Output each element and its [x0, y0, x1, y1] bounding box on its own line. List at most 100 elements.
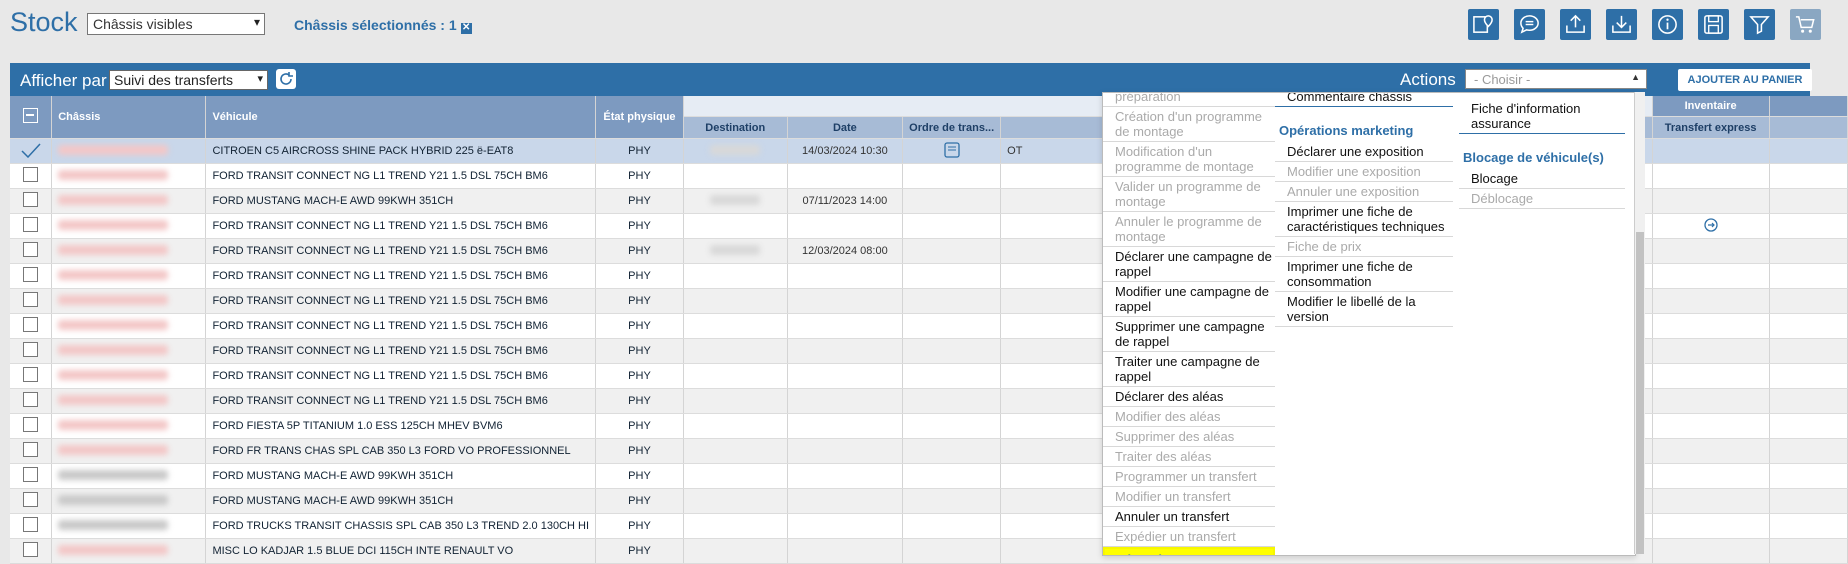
import-button[interactable] [1606, 9, 1637, 40]
menu-item-fiche-assurance[interactable]: Fiche d'information assurance [1459, 93, 1625, 134]
vehicle-cell[interactable]: FORD FIESTA 5P TITANIUM 1.0 ESS 125CH MH… [205, 413, 597, 439]
menu-item[interactable]: Déclarer une exposition [1275, 142, 1453, 162]
ordre-cell[interactable] [902, 338, 1002, 364]
vehicle-cell[interactable]: FORD TRUCKS TRANSIT CHASSIS SPL CAB 350 … [205, 513, 597, 539]
express-cell[interactable] [1652, 288, 1770, 314]
row-checkbox[interactable] [10, 413, 53, 439]
save-button[interactable] [1698, 9, 1729, 40]
vehicle-cell[interactable]: FORD TRANSIT CONNECT NG L1 TREND Y21 1.5… [205, 338, 597, 364]
ordre-cell[interactable] [902, 388, 1002, 414]
ordre-cell[interactable] [902, 263, 1002, 289]
chassis-cell[interactable] [51, 363, 207, 389]
express-cell[interactable] [1652, 263, 1770, 289]
ordre-cell[interactable] [902, 163, 1002, 189]
cart-button[interactable] [1790, 9, 1821, 40]
menu-item[interactable]: Annuler le programme de montage [1103, 212, 1275, 247]
vehicle-cell[interactable]: CITROEN C5 AIRCROSS SHINE PACK HYBRID 22… [205, 138, 597, 164]
row-checkbox[interactable] [10, 538, 53, 564]
refresh-button[interactable] [276, 69, 296, 89]
row-checkbox[interactable] [10, 388, 53, 414]
menu-item[interactable]: Modification d'un programme de montage [1103, 142, 1275, 177]
ordre-cell[interactable] [902, 513, 1002, 539]
chassis-cell[interactable] [51, 538, 207, 564]
menu-item[interactable]: Modifier une campagne de rappel [1103, 282, 1275, 317]
express-cell[interactable] [1652, 488, 1770, 514]
row-checkbox[interactable] [10, 163, 53, 189]
ordre-cell[interactable] [902, 538, 1002, 564]
chassis-cell[interactable] [51, 413, 207, 439]
col-vehicle[interactable]: Véhicule [205, 96, 597, 139]
col-chassis[interactable]: Châssis [51, 96, 207, 139]
chassis-cell[interactable] [51, 288, 207, 314]
ordre-cell[interactable] [902, 188, 1002, 214]
express-cell[interactable] [1652, 213, 1770, 239]
info-button[interactable] [1652, 9, 1683, 40]
menu-item[interactable]: Déblocage [1459, 189, 1625, 209]
express-cell[interactable] [1652, 238, 1770, 264]
vehicle-cell[interactable]: FORD TRANSIT CONNECT NG L1 TREND Y21 1.5… [205, 163, 597, 189]
group-by-select[interactable]: Suivi des transferts ▾ [109, 70, 268, 90]
row-checkbox[interactable] [10, 238, 53, 264]
menu-item[interactable]: Modifier un transfert [1103, 487, 1275, 507]
express-cell[interactable] [1652, 413, 1770, 439]
vehicle-cell[interactable]: FORD TRANSIT CONNECT NG L1 TREND Y21 1.5… [205, 388, 597, 414]
chassis-cell[interactable] [51, 338, 207, 364]
menu-item[interactable]: Programmer un transfert [1103, 467, 1275, 487]
express-cell[interactable] [1652, 538, 1770, 564]
add-to-cart-button[interactable]: AJOUTER AU PANIER [1678, 69, 1812, 91]
actions-select[interactable]: - Choisir - ▲ [1465, 69, 1647, 89]
col-inventaire[interactable]: Inventaire [1652, 96, 1770, 118]
menu-item[interactable]: Expédier un transfert [1103, 527, 1275, 547]
menu-item[interactable]: Réceptionner un transfert [1103, 547, 1275, 555]
chassis-cell[interactable] [51, 138, 207, 164]
vehicle-cell[interactable]: MISC LO KADJAR 1.5 BLUE DCI 115CH INTE R… [205, 538, 597, 564]
vehicle-cell[interactable]: FORD TRANSIT CONNECT NG L1 TREND Y21 1.5… [205, 363, 597, 389]
ordre-cell[interactable] [902, 138, 1002, 164]
chassis-cell[interactable] [51, 513, 207, 539]
vehicle-cell[interactable]: FORD TRANSIT CONNECT NG L1 TREND Y21 1.5… [205, 313, 597, 339]
row-checkbox[interactable] [10, 288, 53, 314]
map-pin-button[interactable] [1468, 9, 1499, 40]
chassis-cell[interactable] [51, 213, 207, 239]
scrollbar-thumb[interactable] [1636, 232, 1644, 554]
row-checkbox[interactable] [10, 488, 53, 514]
menu-item[interactable]: Création d'un programme de montage [1103, 107, 1275, 142]
row-checkbox[interactable] [10, 463, 53, 489]
vehicle-cell[interactable]: FORD TRANSIT CONNECT NG L1 TREND Y21 1.5… [205, 213, 597, 239]
menu-item[interactable]: Imprimer une fiche de caractéristiques t… [1275, 202, 1453, 237]
filter-button[interactable] [1744, 9, 1775, 40]
express-cell[interactable] [1652, 313, 1770, 339]
row-checkbox[interactable] [10, 338, 53, 364]
chat-list-button[interactable] [1514, 9, 1545, 40]
chassis-cell[interactable] [51, 438, 207, 464]
view-select[interactable]: Châssis visibles ▾ [87, 13, 265, 35]
col-ordre[interactable]: Ordre de trans... [902, 116, 1002, 139]
menu-item[interactable]: Déclarer une campagne de rappel [1103, 247, 1275, 282]
express-cell[interactable] [1652, 138, 1770, 164]
vehicle-cell[interactable]: FORD FR TRANS CHAS SPL CAB 350 L3 FORD V… [205, 438, 597, 464]
row-checkbox[interactable] [10, 513, 53, 539]
chassis-cell[interactable] [51, 463, 207, 489]
vehicle-cell[interactable]: FORD TRANSIT CONNECT NG L1 TREND Y21 1.5… [205, 288, 597, 314]
chassis-cell[interactable] [51, 263, 207, 289]
col-transfert-express[interactable]: Transfert express [1652, 116, 1770, 139]
clear-selection-icon[interactable]: ✕ [460, 23, 472, 34]
vehicle-cell[interactable]: FORD MUSTANG MACH-E AWD 99KWH 351CH [205, 488, 597, 514]
ordre-cell[interactable] [902, 313, 1002, 339]
menu-item[interactable]: Annuler un transfert [1103, 507, 1275, 527]
ordre-cell[interactable] [902, 288, 1002, 314]
vehicle-cell[interactable]: FORD TRANSIT CONNECT NG L1 TREND Y21 1.5… [205, 238, 597, 264]
row-checkbox[interactable] [10, 188, 53, 214]
menu-item[interactable]: Traiter des aléas [1103, 447, 1275, 467]
dropdown-scrollbar[interactable] [1634, 92, 1645, 554]
express-cell[interactable] [1652, 188, 1770, 214]
menu-item[interactable]: Supprimer des aléas [1103, 427, 1275, 447]
row-checkbox[interactable] [10, 438, 53, 464]
menu-item[interactable]: Annuler une exposition [1275, 182, 1453, 202]
row-checkbox[interactable] [10, 363, 53, 389]
row-checkbox[interactable] [10, 313, 53, 339]
chassis-cell[interactable] [51, 488, 207, 514]
ordre-cell[interactable] [902, 463, 1002, 489]
ordre-cell[interactable] [902, 413, 1002, 439]
menu-item[interactable]: Déclarer des aléas [1103, 387, 1275, 407]
